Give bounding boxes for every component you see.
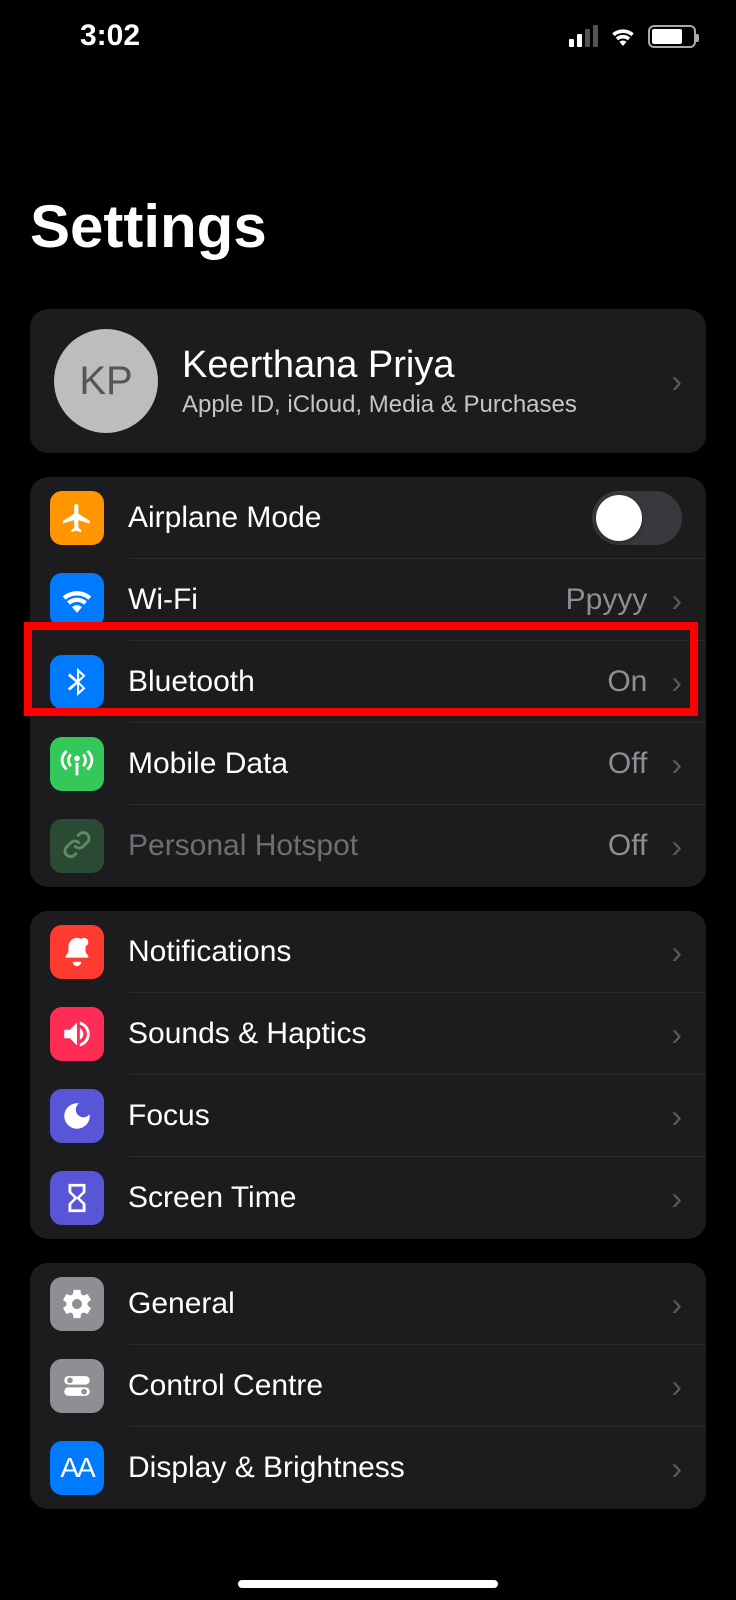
chevron-right-icon: ›	[671, 1368, 682, 1405]
wifi-row[interactable]: Wi-Fi Ppyyy ›	[30, 559, 706, 641]
airplane-label: Airplane Mode	[128, 501, 568, 535]
profile-name: Keerthana Priya	[182, 344, 647, 387]
display-label: Display & Brightness	[128, 1451, 647, 1485]
mobile-data-label: Mobile Data	[128, 747, 584, 781]
gear-icon	[50, 1277, 104, 1331]
antenna-icon	[50, 737, 104, 791]
home-indicator[interactable]	[238, 1580, 498, 1588]
status-bar: 3:02	[0, 0, 736, 72]
sounds-row[interactable]: Sounds & Haptics ›	[30, 993, 706, 1075]
screen-time-label: Screen Time	[128, 1181, 647, 1215]
mobile-data-value: Off	[608, 747, 647, 781]
wifi-label: Wi-Fi	[128, 583, 542, 617]
chevron-right-icon: ›	[671, 1286, 682, 1323]
control-centre-label: Control Centre	[128, 1369, 647, 1403]
notifications-row[interactable]: Notifications ›	[30, 911, 706, 993]
general-row[interactable]: General ›	[30, 1263, 706, 1345]
focus-row[interactable]: Focus ›	[30, 1075, 706, 1157]
mobile-data-row[interactable]: Mobile Data Off ›	[30, 723, 706, 805]
profile-subtitle: Apple ID, iCloud, Media & Purchases	[182, 391, 647, 419]
avatar: KP	[54, 329, 158, 433]
focus-label: Focus	[128, 1099, 647, 1133]
chevron-right-icon: ›	[671, 828, 682, 865]
cellular-signal-icon	[569, 25, 598, 47]
general-label: General	[128, 1287, 647, 1321]
network-section: Airplane Mode Wi-Fi Ppyyy › Bluetooth On…	[30, 477, 706, 887]
hotspot-label: Personal Hotspot	[128, 829, 584, 863]
hotspot-value: Off	[608, 829, 647, 863]
bell-icon	[50, 925, 104, 979]
wifi-icon	[50, 573, 104, 627]
personal-hotspot-row[interactable]: Personal Hotspot Off ›	[30, 805, 706, 887]
status-icons	[569, 22, 696, 51]
wifi-value: Ppyyy	[566, 583, 648, 617]
speaker-icon	[50, 1007, 104, 1061]
airplane-mode-row[interactable]: Airplane Mode	[30, 477, 706, 559]
airplane-toggle[interactable]	[592, 491, 682, 545]
system-section: General › Control Centre › AA Display & …	[30, 1263, 706, 1509]
moon-icon	[50, 1089, 104, 1143]
chevron-right-icon: ›	[671, 1098, 682, 1135]
status-time: 3:02	[80, 19, 140, 53]
toggles-icon	[50, 1359, 104, 1413]
bluetooth-value: On	[607, 665, 647, 699]
page-title: Settings	[0, 72, 736, 285]
sounds-label: Sounds & Haptics	[128, 1017, 647, 1051]
bluetooth-icon	[50, 655, 104, 709]
chevron-right-icon: ›	[671, 582, 682, 619]
profile-section: KP Keerthana Priya Apple ID, iCloud, Med…	[30, 309, 706, 453]
airplane-icon	[50, 491, 104, 545]
chevron-right-icon: ›	[671, 664, 682, 701]
display-row[interactable]: AA Display & Brightness ›	[30, 1427, 706, 1509]
notifications-label: Notifications	[128, 935, 647, 969]
bluetooth-label: Bluetooth	[128, 665, 583, 699]
chevron-right-icon: ›	[671, 1180, 682, 1217]
attention-section: Notifications › Sounds & Haptics › Focus…	[30, 911, 706, 1239]
chevron-right-icon: ›	[671, 1450, 682, 1487]
wifi-status-icon	[608, 22, 638, 51]
chevron-right-icon: ›	[671, 746, 682, 783]
chevron-right-icon: ›	[671, 363, 682, 400]
battery-icon	[648, 25, 696, 48]
control-centre-row[interactable]: Control Centre ›	[30, 1345, 706, 1427]
link-icon	[50, 819, 104, 873]
screen-time-row[interactable]: Screen Time ›	[30, 1157, 706, 1239]
chevron-right-icon: ›	[671, 934, 682, 971]
profile-row[interactable]: KP Keerthana Priya Apple ID, iCloud, Med…	[30, 309, 706, 453]
chevron-right-icon: ›	[671, 1016, 682, 1053]
bluetooth-row[interactable]: Bluetooth On ›	[30, 641, 706, 723]
text-size-icon: AA	[50, 1441, 104, 1495]
hourglass-icon	[50, 1171, 104, 1225]
